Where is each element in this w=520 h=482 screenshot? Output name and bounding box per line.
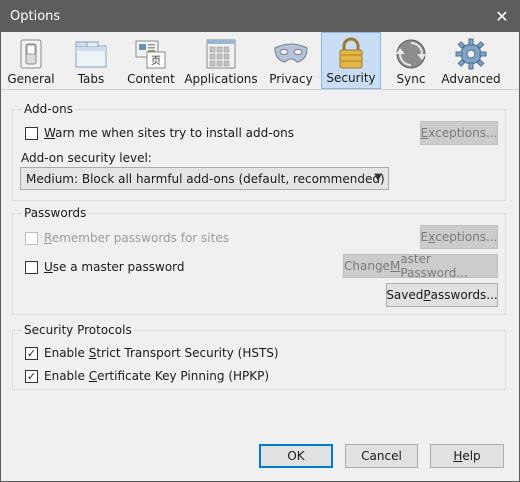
change-master-password-button[interactable]: Change Master Password...	[343, 252, 498, 280]
remember-passwords-checkbox[interactable]	[25, 231, 38, 245]
switch-icon	[12, 38, 50, 70]
window-title: Options	[10, 9, 61, 24]
tabs-icon	[72, 38, 110, 70]
addon-security-level-label: Add-on security level:	[21, 151, 152, 165]
tab-label: Sync	[396, 72, 426, 86]
tab-sync[interactable]: Sync	[381, 32, 441, 89]
tab-label: General	[7, 72, 55, 86]
addons-exceptions-button[interactable]: Exceptions...	[420, 121, 498, 145]
tab-label: Advanced	[441, 72, 501, 86]
gear-icon	[452, 38, 490, 70]
saved-passwords-button[interactable]: Saved Passwords...	[386, 283, 498, 307]
tab-privacy[interactable]: Privacy	[261, 32, 321, 89]
tab-general[interactable]: General	[1, 32, 61, 89]
addon-security-level-value: Medium: Block all harmful add-ons (defau…	[26, 171, 385, 186]
tab-content[interactable]: 页 Content	[121, 32, 181, 89]
master-password-label: Use a master password	[44, 260, 185, 274]
master-password-checkbox[interactable]	[25, 260, 38, 274]
remember-passwords-label: Remember passwords for sites	[44, 231, 229, 245]
tab-label: Tabs	[77, 72, 105, 86]
options-window: Options ✕ General Tabs 页 Content Applica…	[0, 0, 520, 482]
mask-icon	[272, 38, 310, 70]
hsts-label: Enable Strict Transport Security (HSTS)	[44, 346, 279, 360]
tab-label: Privacy	[269, 72, 313, 86]
passwords-group-title: Passwords	[22, 206, 89, 220]
warn-addons-label: Warn me when sites try to install add-on…	[44, 126, 294, 140]
cancel-button[interactable]: Cancel	[345, 444, 418, 468]
svg-text:页: 页	[151, 55, 161, 67]
padlock-icon	[332, 37, 370, 69]
tab-advanced[interactable]: Advanced	[441, 32, 501, 89]
title-bar: Options ✕	[1, 1, 519, 32]
ok-button[interactable]: OK	[259, 444, 333, 468]
tab-label: Content	[127, 72, 175, 86]
warn-addons-row[interactable]: Warn me when sites try to install add-on…	[25, 126, 294, 140]
tab-tabs[interactable]: Tabs	[61, 32, 121, 89]
hsts-row[interactable]: ✓ Enable Strict Transport Security (HSTS…	[25, 346, 279, 360]
tab-security[interactable]: Security	[321, 32, 381, 89]
passwords-exceptions-button[interactable]: Ex ceptions...	[420, 225, 498, 249]
hpkp-label: Enable Certificate Key Pinning (HPKP)	[44, 369, 270, 383]
security-protocols-group: Security Protocols ✓ Enable Strict Trans…	[12, 323, 506, 390]
security-protocols-title: Security Protocols	[22, 323, 134, 337]
content-icon: 页	[132, 38, 170, 70]
close-icon[interactable]: ✕	[493, 7, 511, 26]
chevron-down-icon: ▼	[374, 172, 382, 183]
hsts-checkbox[interactable]: ✓	[25, 346, 38, 360]
preferences-toolbar: General Tabs 页 Content Applications Priv…	[1, 32, 519, 90]
applications-icon	[202, 38, 240, 70]
master-password-row[interactable]: Use a master password	[25, 260, 185, 274]
hpkp-checkbox[interactable]: ✓	[25, 369, 38, 383]
sync-icon	[392, 38, 430, 70]
remember-passwords-row[interactable]: Remember passwords for sites	[25, 231, 229, 245]
addon-security-level-select[interactable]: Medium: Block all harmful add-ons (defau…	[20, 167, 389, 190]
tab-label: Security	[326, 71, 376, 85]
addons-group-title: Add-ons	[22, 102, 75, 116]
warn-addons-checkbox[interactable]	[25, 126, 38, 140]
tab-applications[interactable]: Applications	[181, 32, 261, 89]
help-button[interactable]: Help	[430, 444, 504, 468]
hpkp-row[interactable]: ✓ Enable Certificate Key Pinning (HPKP)	[25, 369, 269, 383]
tab-label: Applications	[184, 72, 258, 86]
